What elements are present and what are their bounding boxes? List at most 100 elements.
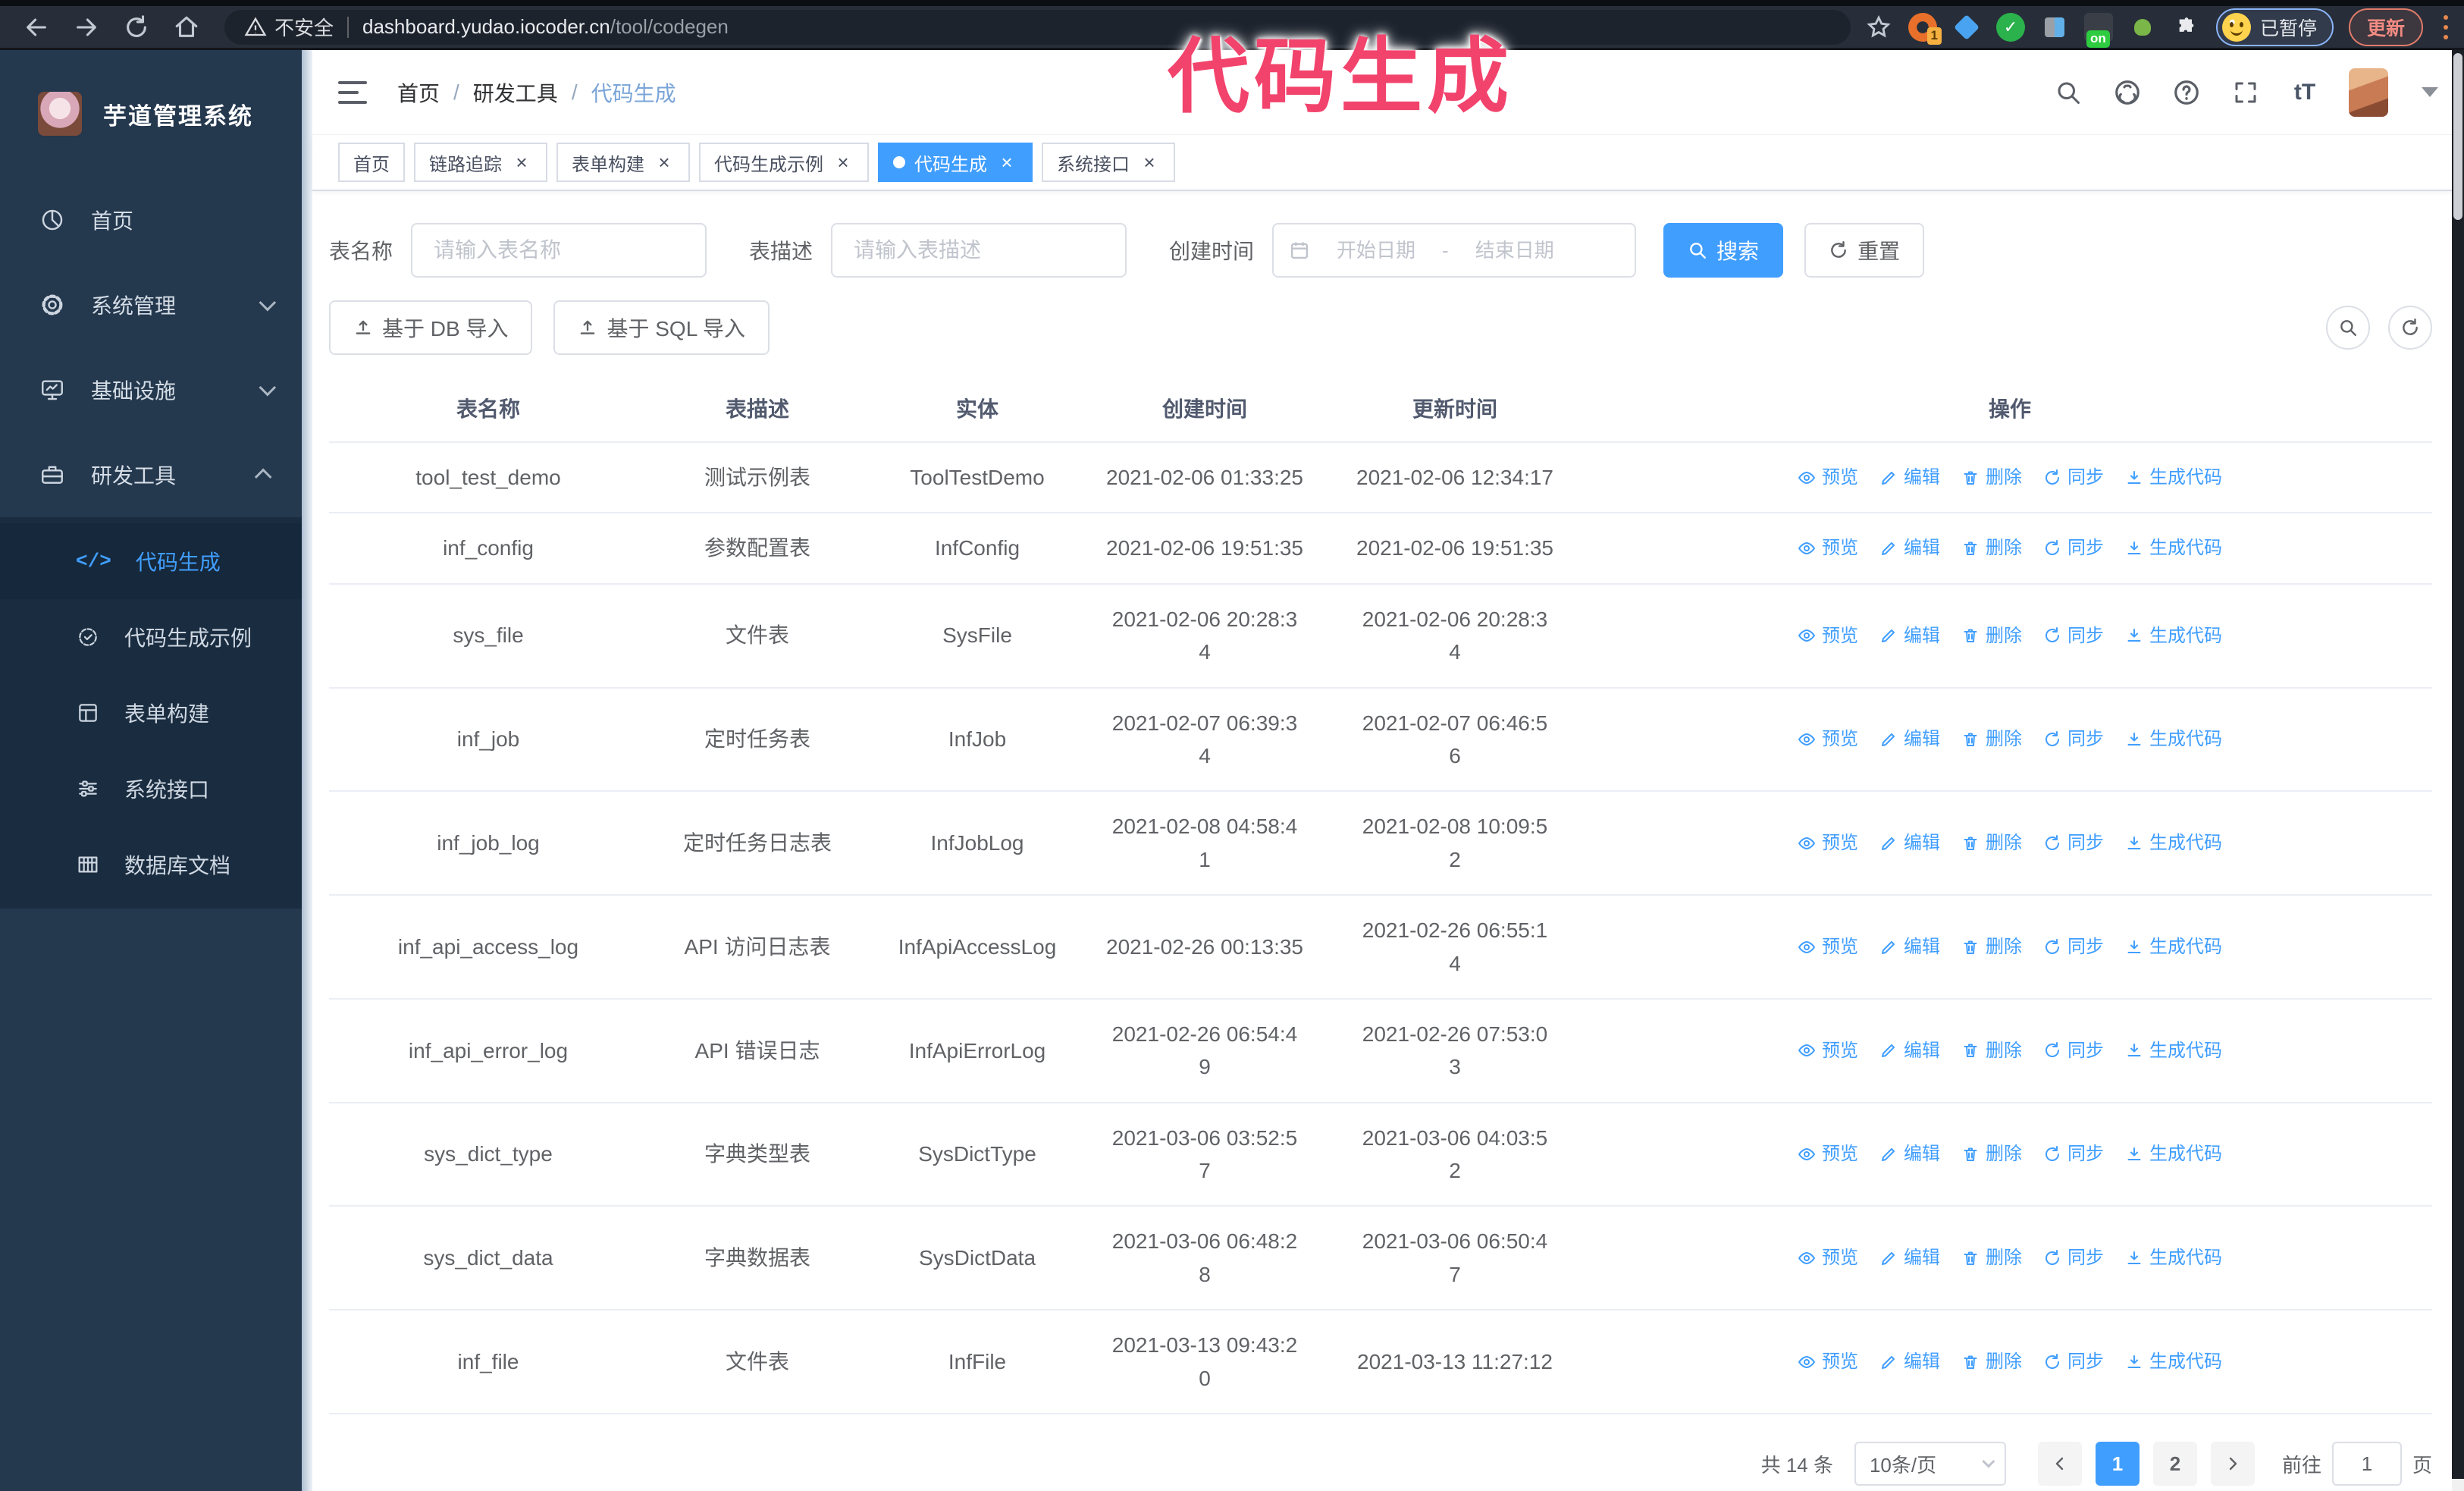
breadcrumb-devtools[interactable]: 研发工具 xyxy=(473,77,558,108)
table-desc-input[interactable] xyxy=(831,223,1127,278)
sidebar-item-codegen-demo[interactable]: 代码生成示例 xyxy=(0,599,302,675)
close-icon[interactable] xyxy=(511,152,532,173)
delete-link[interactable]: 删除 xyxy=(1961,463,2022,491)
tab-codegen[interactable]: 代码生成 xyxy=(878,143,1033,182)
generate-code-link[interactable]: 生成代码 xyxy=(2125,463,2222,491)
goto-page-input[interactable] xyxy=(2331,1442,2402,1486)
delete-link[interactable]: 删除 xyxy=(1961,1037,2022,1065)
extension-puzzle-icon[interactable] xyxy=(2172,13,2201,42)
import-sql-button[interactable]: 基于 SQL 导入 xyxy=(553,300,770,355)
extension-check-icon[interactable]: ✓ xyxy=(1995,12,2025,42)
preview-link[interactable]: 预览 xyxy=(1798,622,1858,650)
github-icon[interactable] xyxy=(2112,77,2143,108)
header-search-icon[interactable] xyxy=(2053,77,2083,108)
edit-link[interactable]: 编辑 xyxy=(1879,1140,1940,1168)
delete-link[interactable]: 删除 xyxy=(1961,933,2022,961)
sync-link[interactable]: 同步 xyxy=(2043,463,2104,491)
edit-link[interactable]: 编辑 xyxy=(1879,1244,1940,1272)
generate-code-link[interactable]: 生成代码 xyxy=(2125,725,2222,753)
browser-reload-button[interactable] xyxy=(120,11,153,44)
extension-key-icon[interactable] xyxy=(2128,13,2157,42)
preview-link[interactable]: 预览 xyxy=(1798,463,1858,491)
address-bar[interactable]: 不安全 dashboard.yudao.iocoder.cn /tool/cod… xyxy=(224,9,1851,45)
bookmark-star-icon[interactable] xyxy=(1864,13,1893,42)
preview-link[interactable]: 预览 xyxy=(1798,829,1858,857)
scrollbar-thumb[interactable] xyxy=(2453,53,2462,220)
edit-link[interactable]: 编辑 xyxy=(1879,1348,1940,1376)
font-size-icon[interactable]: tT xyxy=(2290,77,2320,108)
preview-link[interactable]: 预览 xyxy=(1798,1140,1858,1168)
caret-down-icon[interactable] xyxy=(2422,87,2438,97)
sync-link[interactable]: 同步 xyxy=(2043,534,2104,562)
extension-panels-icon[interactable] xyxy=(2040,13,2069,42)
preview-link[interactable]: 预览 xyxy=(1798,534,1858,562)
close-icon[interactable] xyxy=(832,152,854,173)
page-size-select[interactable]: 10条/页 xyxy=(1854,1442,2006,1486)
delete-link[interactable]: 删除 xyxy=(1961,1244,2022,1272)
sidebar-item-form-builder[interactable]: 表单构建 xyxy=(0,675,302,751)
help-icon[interactable] xyxy=(2171,77,2202,108)
refresh-table-button[interactable] xyxy=(2388,306,2432,350)
breadcrumb-home[interactable]: 首页 xyxy=(397,77,440,108)
preview-link[interactable]: 预览 xyxy=(1798,725,1858,753)
extension-colorzilla-icon[interactable]: 1 xyxy=(1908,12,1942,45)
sidebar-item-devtools[interactable]: 研发工具 xyxy=(0,432,302,517)
tab-trace[interactable]: 链路追踪 xyxy=(414,143,547,182)
edit-link[interactable]: 编辑 xyxy=(1879,622,1940,650)
fullscreen-icon[interactable] xyxy=(2230,77,2261,108)
sync-link[interactable]: 同步 xyxy=(2043,622,2104,650)
generate-code-link[interactable]: 生成代码 xyxy=(2125,1348,2222,1376)
edit-link[interactable]: 编辑 xyxy=(1879,534,1940,562)
browser-menu-icon[interactable] xyxy=(2438,11,2453,44)
sidebar-scrollbar[interactable] xyxy=(302,50,312,1491)
prev-page-button[interactable] xyxy=(2037,1442,2082,1486)
delete-link[interactable]: 删除 xyxy=(1961,534,2022,562)
date-range-picker[interactable]: - xyxy=(1272,223,1637,278)
browser-update-button[interactable]: 更新 xyxy=(2348,8,2423,46)
sidebar-logo[interactable]: 芋道管理系统 xyxy=(0,50,302,177)
user-avatar[interactable] xyxy=(2349,67,2388,117)
browser-profile-button[interactable]: 已暂停 xyxy=(2215,8,2334,46)
generate-code-link[interactable]: 生成代码 xyxy=(2125,1140,2222,1168)
browser-forward-button[interactable] xyxy=(70,11,103,44)
sync-link[interactable]: 同步 xyxy=(2043,1348,2104,1376)
page-button-1[interactable]: 1 xyxy=(2095,1442,2140,1486)
edit-link[interactable]: 编辑 xyxy=(1879,933,1940,961)
next-page-button[interactable] xyxy=(2210,1442,2255,1486)
preview-link[interactable]: 预览 xyxy=(1798,1244,1858,1272)
page-button-2[interactable]: 2 xyxy=(2152,1442,2197,1486)
end-date-input[interactable] xyxy=(1457,238,1572,262)
import-db-button[interactable]: 基于 DB 导入 xyxy=(329,300,533,355)
extension-gem-icon[interactable] xyxy=(1952,13,1981,42)
sync-link[interactable]: 同步 xyxy=(2043,933,2104,961)
generate-code-link[interactable]: 生成代码 xyxy=(2125,622,2222,650)
edit-link[interactable]: 编辑 xyxy=(1879,1037,1940,1065)
generate-code-link[interactable]: 生成代码 xyxy=(2125,1244,2222,1272)
tab-form-builder[interactable]: 表单构建 xyxy=(556,143,690,182)
close-icon[interactable] xyxy=(1139,152,1160,173)
delete-link[interactable]: 删除 xyxy=(1961,1348,2022,1376)
generate-code-link[interactable]: 生成代码 xyxy=(2125,933,2222,961)
sidebar-item-home[interactable]: 首页 xyxy=(0,177,302,262)
sync-link[interactable]: 同步 xyxy=(2043,1140,2104,1168)
sidebar-item-system-api[interactable]: 系统接口 xyxy=(0,751,302,827)
start-date-input[interactable] xyxy=(1319,238,1434,262)
sync-link[interactable]: 同步 xyxy=(2043,725,2104,753)
sync-link[interactable]: 同步 xyxy=(2043,1244,2104,1272)
search-button[interactable]: 搜索 xyxy=(1663,223,1784,278)
browser-back-button[interactable] xyxy=(20,11,53,44)
sync-link[interactable]: 同步 xyxy=(2043,829,2104,857)
preview-link[interactable]: 预览 xyxy=(1798,933,1858,961)
browser-home-button[interactable] xyxy=(170,11,203,44)
sidebar-item-codegen[interactable]: </> 代码生成 xyxy=(0,523,302,599)
delete-link[interactable]: 删除 xyxy=(1961,725,2022,753)
table-name-input[interactable] xyxy=(411,223,707,278)
sync-link[interactable]: 同步 xyxy=(2043,1037,2104,1065)
generate-code-link[interactable]: 生成代码 xyxy=(2125,829,2222,857)
delete-link[interactable]: 删除 xyxy=(1961,1140,2022,1168)
close-icon[interactable] xyxy=(996,152,1017,173)
tab-system-api[interactable]: 系统接口 xyxy=(1042,143,1175,182)
delete-link[interactable]: 删除 xyxy=(1961,829,2022,857)
preview-link[interactable]: 预览 xyxy=(1798,1037,1858,1065)
edit-link[interactable]: 编辑 xyxy=(1879,725,1940,753)
